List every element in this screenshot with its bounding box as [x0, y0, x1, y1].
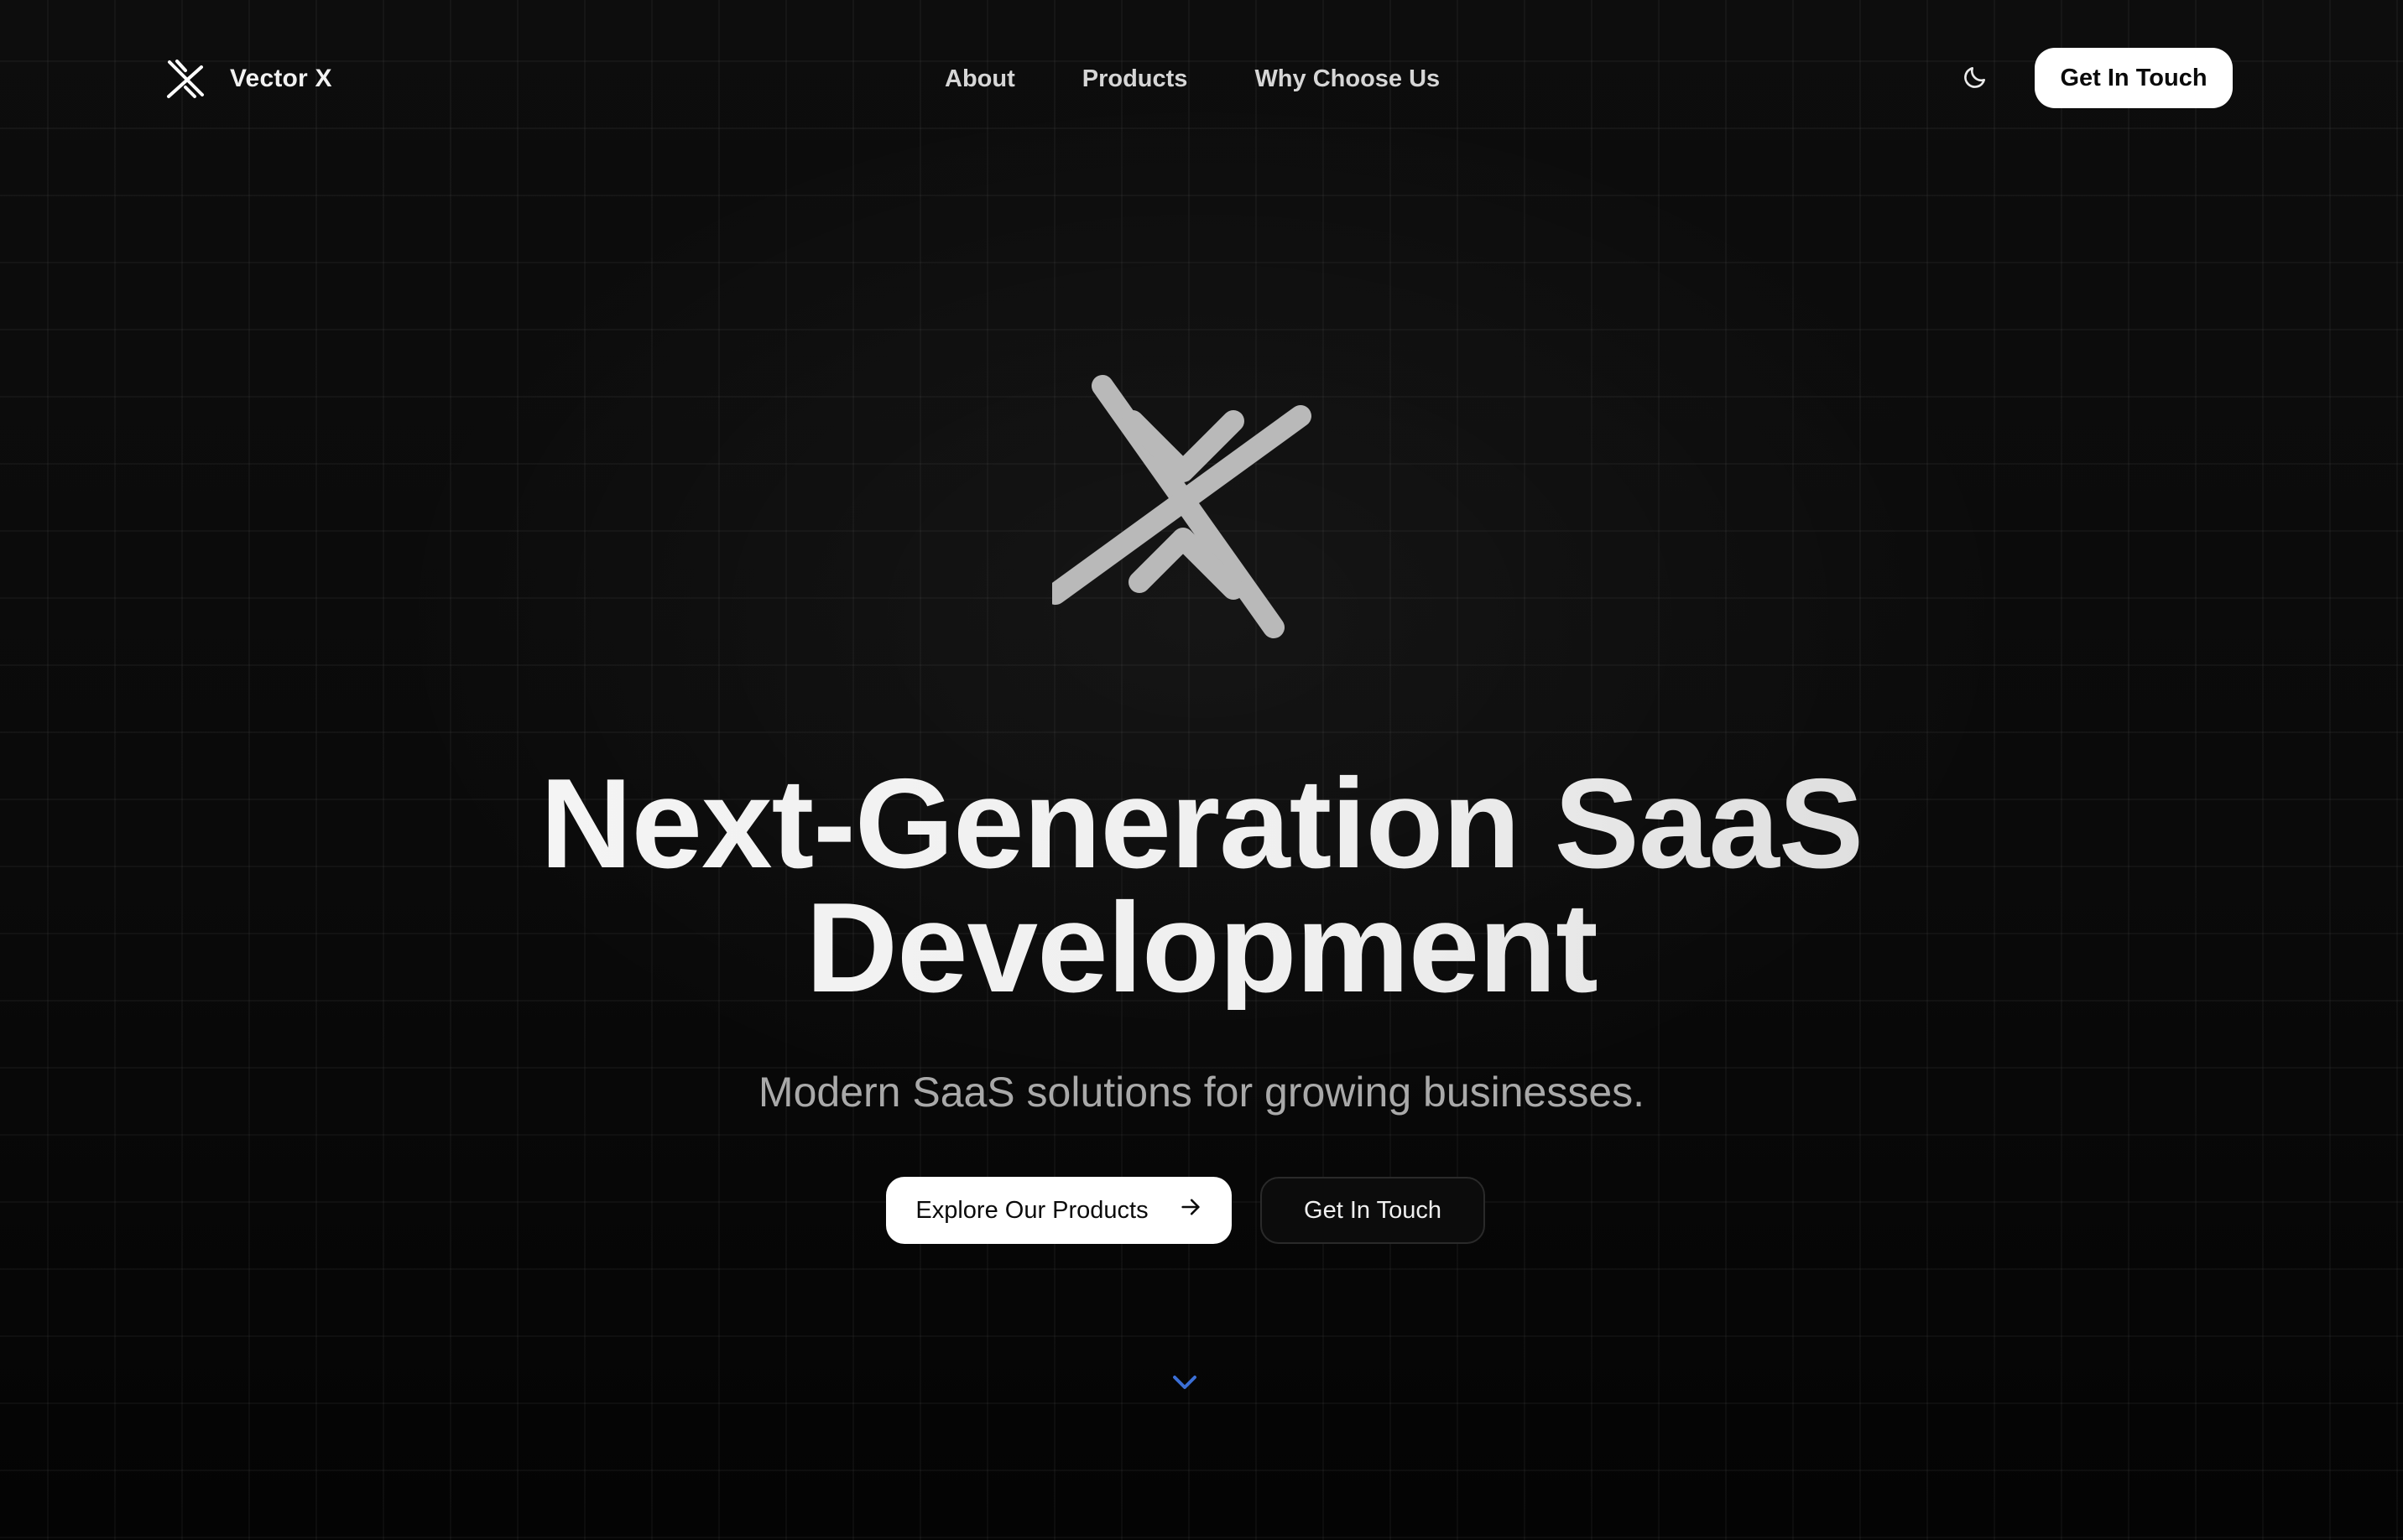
top-navigation: Vector X About Products Why Choose Us Ge…: [0, 0, 2403, 158]
hero-title-line-1: Next-Generation SaaS: [540, 752, 1863, 895]
brand-home-link[interactable]: Vector X: [164, 57, 332, 101]
hero-title-line-2: Development: [805, 877, 1598, 1019]
nav-link-about[interactable]: About: [945, 65, 1015, 93]
nav-link-products[interactable]: Products: [1082, 65, 1188, 93]
nav-link-why-choose-us[interactable]: Why Choose Us: [1254, 65, 1440, 93]
chevron-down-icon: [1170, 1367, 1200, 1397]
landing-page: Vector X About Products Why Choose Us Ge…: [0, 0, 2403, 1540]
brand-name: Vector X: [230, 65, 332, 92]
get-in-touch-hero-button[interactable]: Get In Touch: [1260, 1177, 1485, 1244]
hero-subtitle: Modern SaaS solutions for growing busine…: [758, 1069, 1645, 1116]
scroll-down-button[interactable]: [1170, 1367, 1200, 1397]
moon-icon: [1962, 64, 1989, 95]
hero-cta-row: Explore Our Products Get In Touch: [886, 1177, 1485, 1244]
vector-x-hero-logo-icon: [1045, 372, 1321, 641]
arrow-right-icon: [1179, 1195, 1202, 1225]
vector-x-logo-icon: [164, 58, 206, 100]
hero-title: Next-Generation SaaS Development: [0, 762, 2403, 1010]
nav-links: About Products Why Choose Us: [945, 60, 1440, 97]
explore-products-button[interactable]: Explore Our Products: [886, 1177, 1232, 1244]
theme-toggle-button[interactable]: [1958, 62, 1992, 96]
explore-products-label: Explore Our Products: [915, 1196, 1149, 1224]
get-in-touch-nav-button[interactable]: Get In Touch: [2035, 48, 2233, 108]
